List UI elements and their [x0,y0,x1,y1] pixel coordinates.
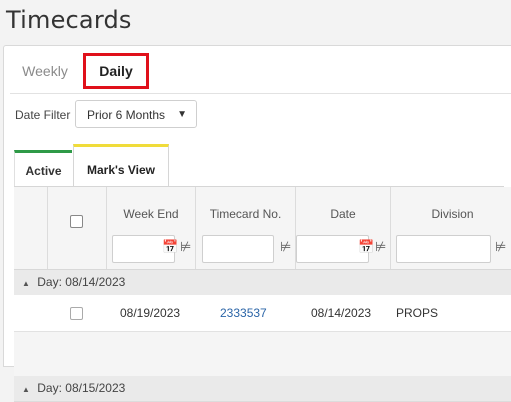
group-row[interactable]: ▲ Day: 08/14/2023 [14,270,511,296]
col-week-end: Week End 📅 ⊭ [107,187,196,269]
grid-view-tabs: Active Mark's View [14,144,504,187]
col-expander [14,187,48,269]
tab-daily[interactable]: Daily [83,53,149,89]
collapse-triangle-icon[interactable]: ▲ [22,279,30,288]
tab-marks-view[interactable]: Mark's View [73,144,169,186]
calendar-icon[interactable]: 📅 [162,239,178,255]
date-filter-select[interactable]: Prior 6 Months ▼ [75,100,197,128]
division-filter-input[interactable] [396,235,491,263]
filter-icon[interactable]: ⊭ [495,239,506,255]
filter-icon[interactable]: ⊭ [180,239,191,255]
date-filter-label: Date Filter [15,108,71,122]
tabs-divider [10,93,511,94]
col-date-title[interactable]: Date [296,207,390,221]
col-timecard-no: Timecard No. ⊭ [196,187,296,269]
group-label: Day: 08/14/2023 [37,275,126,289]
col-week-end-title[interactable]: Week End [107,207,195,221]
tab-weekly[interactable]: Weekly [10,56,80,86]
col-select [48,187,107,269]
calendar-icon[interactable]: 📅 [358,239,374,255]
timecards-panel: Weekly Daily Date Filter Prior 6 Months … [3,45,511,402]
col-division: Division ⊭ [391,187,511,269]
cell-date: 08/14/2023 [311,306,372,320]
group-label: Day: 08/15/2023 [37,381,126,395]
cell-week-end: 08/19/2023 [120,306,181,320]
page-title: Timecards [6,6,132,34]
tab-active[interactable]: Active [14,150,72,186]
filter-icon[interactable]: ⊭ [375,239,386,255]
grid-header: Week End 📅 ⊭ Timecard No. ⊭ Date 📅 ⊭ Div… [14,187,511,270]
col-division-title[interactable]: Division [391,207,511,221]
timecard-no-filter-input[interactable] [202,235,274,263]
chevron-down-icon: ▼ [177,109,187,120]
collapse-triangle-icon[interactable]: ▲ [22,385,30,394]
group-row[interactable]: ▲ Day: 08/15/2023 [14,376,511,402]
date-filter-value: Prior 6 Months [87,108,166,122]
select-all-checkbox[interactable] [70,215,83,228]
cell-division: PROPS [396,306,439,320]
filter-icon[interactable]: ⊭ [280,239,291,255]
cell-timecard-no-link[interactable]: 2333537 [220,295,267,331]
table-row[interactable]: 08/19/2023 2333537 08/14/2023 PROPS [14,295,511,332]
timecards-grid: Week End 📅 ⊭ Timecard No. ⊭ Date 📅 ⊭ Div… [14,187,511,402]
col-date: Date 📅 ⊭ [296,187,391,269]
col-timecard-no-title[interactable]: Timecard No. [196,207,295,221]
row-select-checkbox[interactable] [70,307,83,320]
